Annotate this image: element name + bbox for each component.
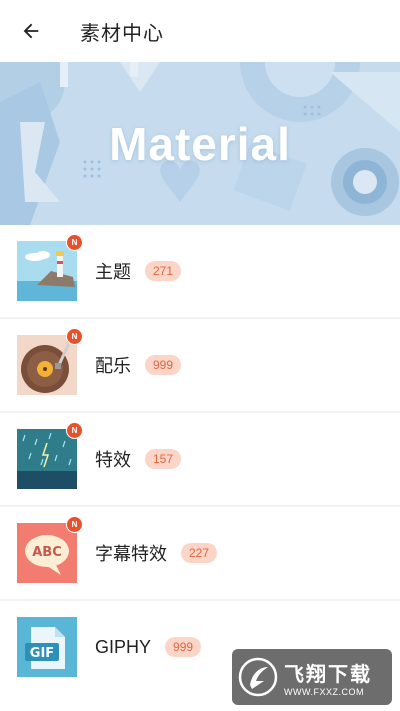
- item-label: 主题: [95, 262, 131, 283]
- material-banner[interactable]: Material: [0, 62, 400, 225]
- item-count-badge: 271: [145, 261, 182, 281]
- list-item-subtitle-effects[interactable]: ABC N 字幕特效 227: [0, 507, 400, 599]
- rain-effect-thumbnail: N: [17, 422, 83, 489]
- item-label: 字幕特效: [95, 544, 167, 565]
- material-category-list: N 主题 271 N 配乐 999 N 特效 157 ABC N 字幕特效 22…: [0, 225, 400, 695]
- svg-text:ABC: ABC: [32, 545, 62, 560]
- item-count-badge: 999: [145, 355, 182, 375]
- fxxz-logo-icon: [238, 657, 278, 697]
- arrow-left-icon: [23, 23, 39, 39]
- lighthouse-thumbnail: N: [17, 234, 83, 301]
- banner-title: Material: [109, 117, 291, 170]
- list-item-music[interactable]: N 配乐 999: [0, 319, 400, 411]
- svg-text:GIF: GIF: [30, 646, 54, 661]
- new-badge: N: [66, 234, 83, 251]
- gif-file-thumbnail: GIF: [17, 617, 77, 677]
- record-player-thumbnail: N: [17, 328, 83, 395]
- watermark-title: 飞翔下载: [284, 661, 372, 686]
- app-bar: 素材中心: [0, 0, 400, 62]
- item-count-badge: 999: [165, 637, 202, 657]
- item-count-badge: 157: [145, 449, 182, 469]
- back-button[interactable]: [0, 0, 62, 62]
- item-count-badge: 227: [181, 543, 218, 563]
- item-label: 配乐: [95, 356, 131, 377]
- item-label: 特效: [95, 450, 131, 471]
- item-label: GIPHY: [95, 636, 152, 657]
- page-title: 素材中心: [80, 20, 164, 45]
- new-badge: N: [66, 328, 83, 345]
- new-badge: N: [66, 516, 83, 533]
- list-item-effects[interactable]: N 特效 157: [0, 413, 400, 505]
- list-item-theme[interactable]: N 主题 271: [0, 225, 400, 317]
- abc-speech-bubble-thumbnail: ABC N: [17, 516, 83, 583]
- watermark: 飞翔下载 WWW.FXXZ.COM: [232, 649, 392, 705]
- new-badge: N: [66, 422, 83, 439]
- watermark-url: WWW.FXXZ.COM: [284, 686, 364, 697]
